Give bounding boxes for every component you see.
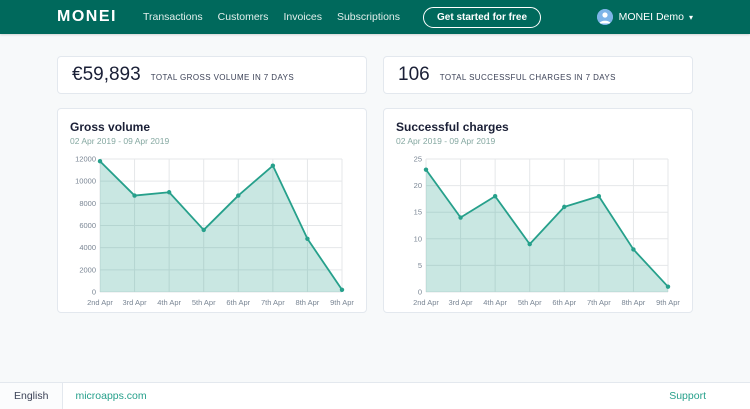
successful-charges-chart: 0 5 10 15 20 25 2nd Apr 3rd Apr 4th Apr 5th Apr 6t… xyxy=(396,151,680,309)
svg-text:10: 10 xyxy=(414,234,422,243)
svg-text:10000: 10000 xyxy=(75,177,96,186)
svg-text:5th Apr: 5th Apr xyxy=(192,298,216,307)
svg-text:2nd Apr: 2nd Apr xyxy=(87,298,113,307)
svg-text:8000: 8000 xyxy=(79,199,96,208)
gross-volume-chart-title: Gross volume xyxy=(70,120,354,134)
successful-charges-chart-card: Successful charges 02 Apr 2019 - 09 Apr … xyxy=(383,108,693,313)
successful-charges-label: TOTAL SUCCESSFUL CHARGES IN 7 DAYS xyxy=(440,73,616,82)
svg-text:7th Apr: 7th Apr xyxy=(261,298,285,307)
svg-text:0: 0 xyxy=(92,288,96,297)
language-selector[interactable]: English xyxy=(0,383,63,409)
nav-item-invoices[interactable]: Invoices xyxy=(283,11,322,23)
get-started-button[interactable]: Get started for free xyxy=(423,7,541,28)
svg-text:6th Apr: 6th Apr xyxy=(552,298,576,307)
monei-logo[interactable]: MONEI xyxy=(57,8,117,26)
svg-text:3rd Apr: 3rd Apr xyxy=(122,298,147,307)
svg-text:8th Apr: 8th Apr xyxy=(296,298,320,307)
svg-text:0: 0 xyxy=(418,288,422,297)
svg-text:3rd Apr: 3rd Apr xyxy=(448,298,473,307)
main-content: €59,893 TOTAL GROSS VOLUME IN 7 DAYS 106… xyxy=(0,34,750,313)
user-avatar xyxy=(597,9,613,25)
nav-links: Transactions Customers Invoices Subscrip… xyxy=(143,11,415,23)
svg-text:4000: 4000 xyxy=(79,243,96,252)
gross-volume-value: €59,893 xyxy=(72,64,141,86)
stats-row: €59,893 TOTAL GROSS VOLUME IN 7 DAYS 106… xyxy=(57,56,693,94)
gross-volume-chart: 0 2000 4000 6000 8000 10000 12000 2nd Apr 3rd Ap… xyxy=(70,151,354,309)
gross-volume-label: TOTAL GROSS VOLUME IN 7 DAYS xyxy=(151,73,294,82)
svg-text:15: 15 xyxy=(414,208,422,217)
svg-text:12000: 12000 xyxy=(75,155,96,164)
svg-text:4th Apr: 4th Apr xyxy=(483,298,507,307)
successful-charges-value: 106 xyxy=(398,64,430,86)
chevron-down-icon: ▾ xyxy=(689,13,693,22)
svg-text:5th Apr: 5th Apr xyxy=(518,298,542,307)
nav-item-subscriptions[interactable]: Subscriptions xyxy=(337,11,400,23)
svg-text:9th Apr: 9th Apr xyxy=(656,298,680,307)
gross-volume-stat-card: €59,893 TOTAL GROSS VOLUME IN 7 DAYS xyxy=(57,56,367,94)
navbar: MONEI Transactions Customers Invoices Su… xyxy=(0,0,750,34)
svg-text:4th Apr: 4th Apr xyxy=(157,298,181,307)
svg-text:2000: 2000 xyxy=(79,265,96,274)
user-name: MONEI Demo xyxy=(619,11,684,23)
svg-text:25: 25 xyxy=(414,155,422,164)
svg-text:5: 5 xyxy=(418,261,422,270)
svg-text:7th Apr: 7th Apr xyxy=(587,298,611,307)
successful-charges-chart-title: Successful charges xyxy=(396,120,680,134)
user-menu[interactable]: MONEI Demo ▾ xyxy=(597,9,693,25)
support-link[interactable]: Support xyxy=(669,390,706,402)
microapps-link[interactable]: microapps.com xyxy=(75,390,146,402)
svg-text:6th Apr: 6th Apr xyxy=(226,298,250,307)
svg-text:20: 20 xyxy=(414,181,422,190)
svg-text:8th Apr: 8th Apr xyxy=(622,298,646,307)
successful-charges-chart-date-range: 02 Apr 2019 - 09 Apr 2019 xyxy=(396,136,680,146)
svg-text:6000: 6000 xyxy=(79,221,96,230)
nav-item-transactions[interactable]: Transactions xyxy=(143,11,203,23)
svg-text:9th Apr: 9th Apr xyxy=(330,298,354,307)
charts-row: Gross volume 02 Apr 2019 - 09 Apr 2019 0… xyxy=(57,108,693,313)
gross-volume-chart-date-range: 02 Apr 2019 - 09 Apr 2019 xyxy=(70,136,354,146)
nav-item-customers[interactable]: Customers xyxy=(218,11,269,23)
svg-text:2nd Apr: 2nd Apr xyxy=(413,298,439,307)
successful-charges-stat-card: 106 TOTAL SUCCESSFUL CHARGES IN 7 DAYS xyxy=(383,56,693,94)
footer: English microapps.com Support xyxy=(0,382,750,409)
gross-volume-chart-card: Gross volume 02 Apr 2019 - 09 Apr 2019 0… xyxy=(57,108,367,313)
